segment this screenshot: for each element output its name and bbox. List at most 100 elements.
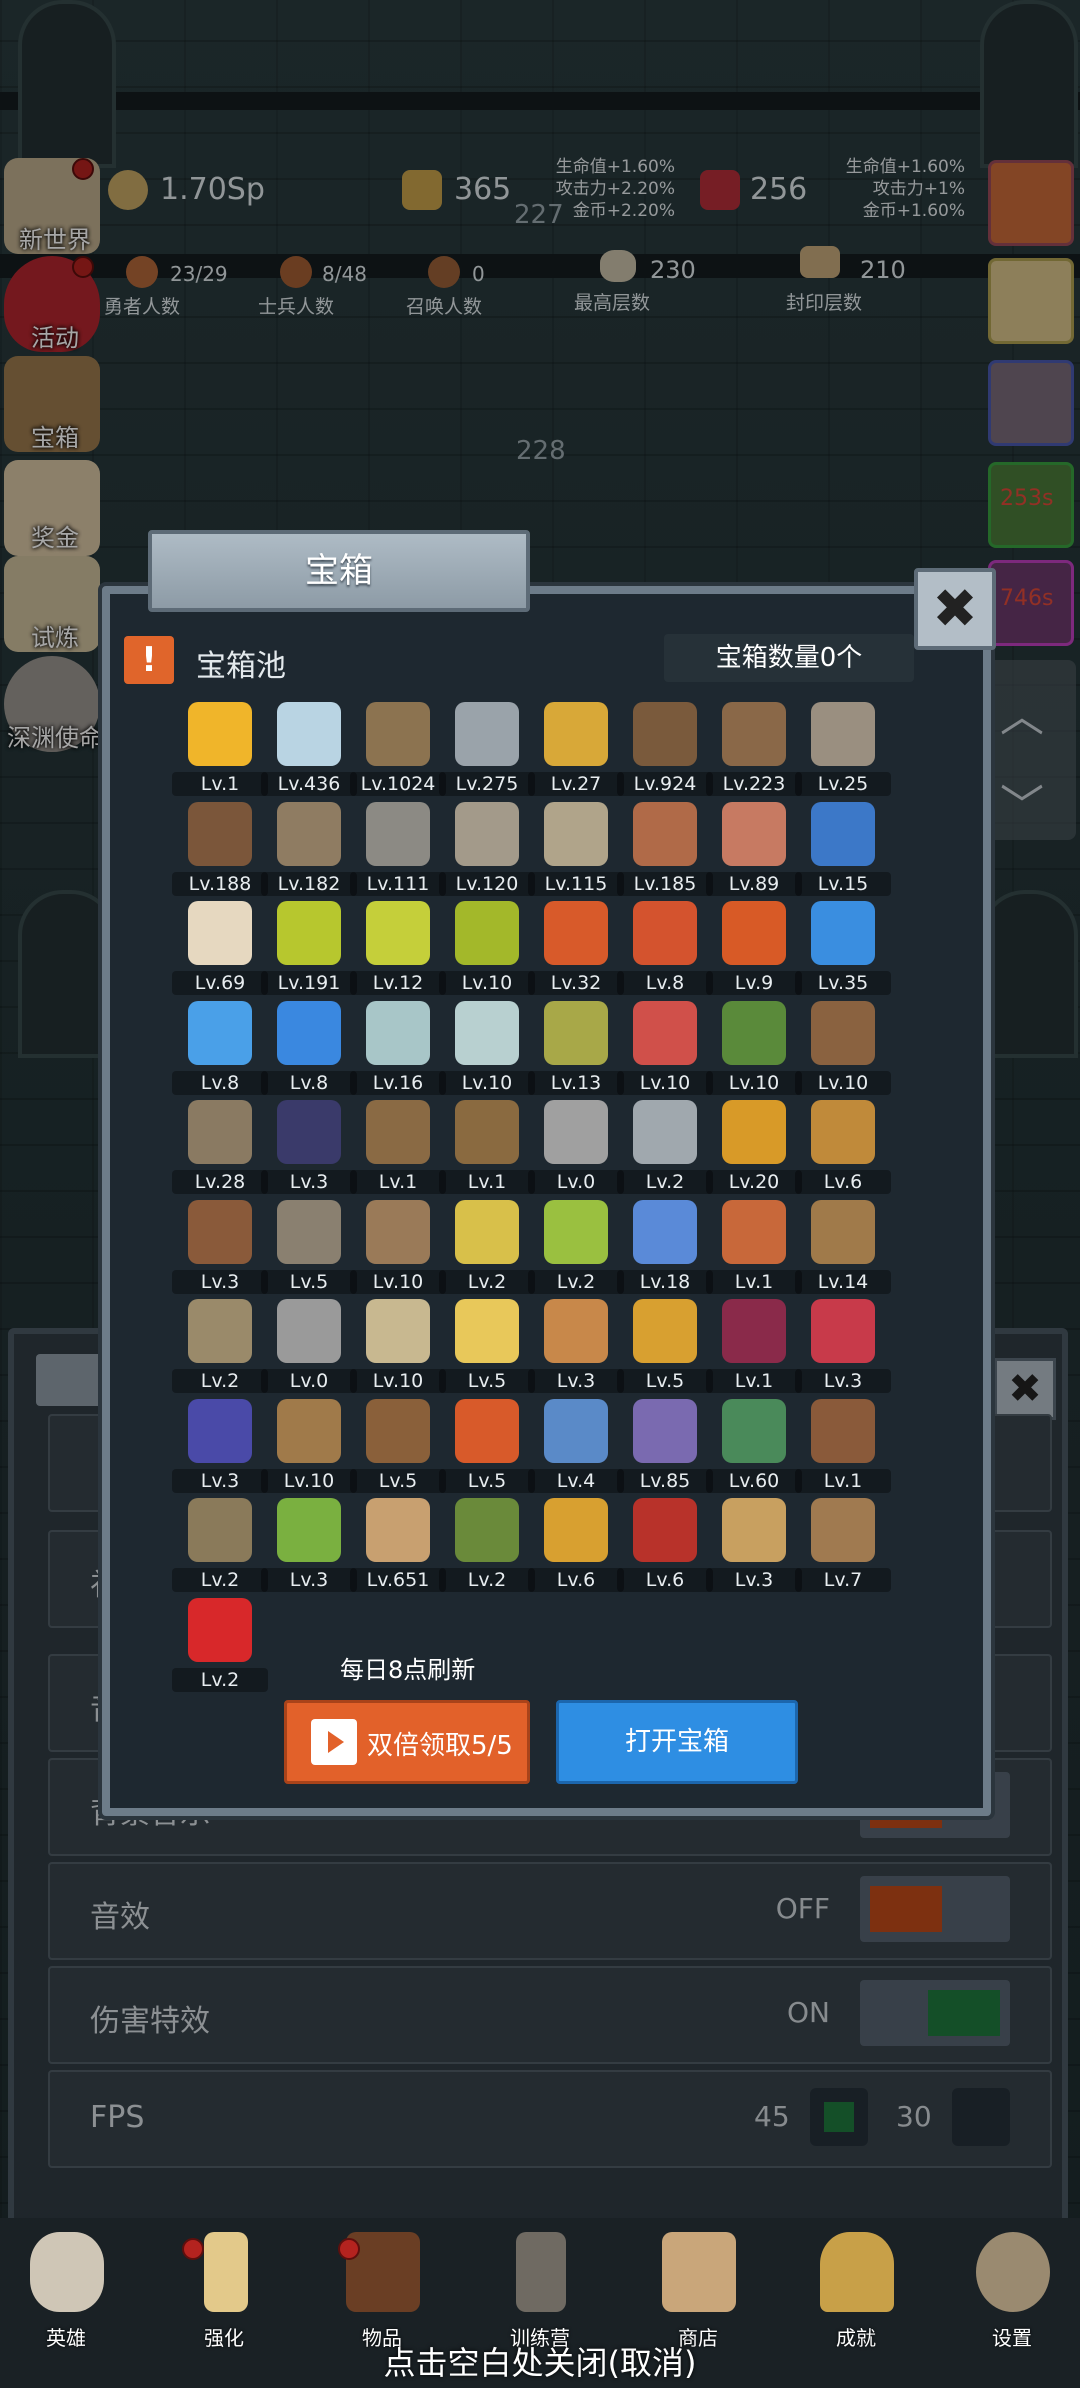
item-slot[interactable]: Lv.6 — [528, 1496, 624, 1592]
item-slot[interactable]: Lv.185 — [617, 800, 713, 896]
item-slot[interactable]: Lv.1 — [706, 1198, 802, 1294]
dialog-title: 宝箱 — [148, 530, 530, 612]
item-slot[interactable]: Lv.0 — [528, 1098, 624, 1194]
item-slot[interactable]: Lv.8 — [172, 999, 268, 1095]
close-hint[interactable]: 点击空白处关闭(取消) — [0, 2338, 1080, 2384]
item-slot[interactable]: Lv.8 — [617, 899, 713, 995]
item-slot[interactable]: Lv.651 — [350, 1496, 446, 1592]
item-slot[interactable]: Lv.3 — [172, 1397, 268, 1493]
item-slot[interactable]: Lv.18 — [617, 1198, 713, 1294]
item-slot[interactable]: Lv.89 — [706, 800, 802, 896]
item-level: Lv.69 — [172, 971, 268, 995]
item-slot[interactable]: Lv.10 — [350, 1198, 446, 1294]
item-slot[interactable]: Lv.436 — [261, 700, 357, 796]
item-slot[interactable]: Lv.1 — [706, 1297, 802, 1393]
item-slot[interactable]: Lv.10 — [617, 999, 713, 1095]
item-slot[interactable]: Lv.6 — [795, 1098, 891, 1194]
item-slot[interactable]: Lv.5 — [617, 1297, 713, 1393]
item-slot[interactable]: Lv.1 — [439, 1098, 535, 1194]
close-icon[interactable]: ✖ — [914, 568, 996, 650]
item-level: Lv.6 — [795, 1170, 891, 1194]
item-slot[interactable]: Lv.10 — [261, 1397, 357, 1493]
item-slot[interactable]: Lv.191 — [261, 899, 357, 995]
item-slot[interactable]: Lv.8 — [261, 999, 357, 1095]
item-slot[interactable]: Lv.2 — [617, 1098, 713, 1194]
nav-settings[interactable]: 设置 — [962, 2232, 1062, 2350]
item-slot[interactable]: Lv.5 — [261, 1198, 357, 1294]
item-slot[interactable]: Lv.10 — [795, 999, 891, 1095]
item-slot[interactable]: Lv.69 — [172, 899, 268, 995]
item-slot[interactable]: Lv.2 — [172, 1297, 268, 1393]
item-slot[interactable]: Lv.27 — [528, 700, 624, 796]
item-slot[interactable]: Lv.5 — [439, 1297, 535, 1393]
item-slot[interactable]: Lv.924 — [617, 700, 713, 796]
item-slot[interactable]: Lv.9 — [706, 899, 802, 995]
item-slot[interactable]: Lv.10 — [706, 999, 802, 1095]
item-slot[interactable]: Lv.10 — [350, 1297, 446, 1393]
item-slot[interactable]: Lv.25 — [795, 700, 891, 796]
item-icon — [277, 801, 341, 866]
item-level: Lv.2 — [172, 1369, 268, 1393]
item-slot[interactable]: Lv.16 — [350, 999, 446, 1095]
item-icon — [544, 1100, 608, 1164]
item-slot[interactable]: Lv.4 — [528, 1397, 624, 1493]
nav-achievement[interactable]: 成就 — [806, 2232, 906, 2350]
item-slot[interactable]: Lv.3 — [261, 1098, 357, 1194]
item-slot[interactable]: Lv.223 — [706, 700, 802, 796]
item-slot[interactable]: Lv.13 — [528, 999, 624, 1095]
item-slot[interactable]: Lv.2 — [439, 1496, 535, 1592]
item-slot[interactable]: Lv.6 — [617, 1496, 713, 1592]
nav-shop[interactable]: 商店 — [648, 2232, 748, 2350]
item-slot[interactable]: Lv.2 — [439, 1198, 535, 1294]
item-slot[interactable]: Lv.32 — [528, 899, 624, 995]
nav-hero[interactable]: 英雄 — [16, 2232, 116, 2350]
item-slot[interactable]: Lv.3 — [172, 1198, 268, 1294]
item-icon — [277, 1100, 341, 1164]
item-slot[interactable]: Lv.188 — [172, 800, 268, 896]
item-slot[interactable]: Lv.28 — [172, 1098, 268, 1194]
item-slot[interactable]: Lv.20 — [706, 1098, 802, 1194]
item-slot[interactable]: Lv.12 — [350, 899, 446, 995]
item-slot[interactable]: Lv.0 — [261, 1297, 357, 1393]
nav-training[interactable]: 训练营 — [490, 2232, 590, 2350]
item-level: Lv.35 — [795, 971, 891, 995]
item-slot[interactable]: Lv.3 — [528, 1297, 624, 1393]
item-slot[interactable]: Lv.2 — [172, 1496, 268, 1592]
item-level: Lv.27 — [528, 772, 624, 796]
item-slot[interactable]: Lv.85 — [617, 1397, 713, 1493]
item-slot[interactable]: Lv.3 — [795, 1297, 891, 1393]
item-slot[interactable]: Lv.5 — [439, 1397, 535, 1493]
item-slot[interactable]: Lv.111 — [350, 800, 446, 896]
item-slot[interactable]: Lv.35 — [795, 899, 891, 995]
item-slot[interactable]: Lv.15 — [795, 800, 891, 896]
item-slot[interactable]: Lv.115 — [528, 800, 624, 896]
item-slot[interactable]: Lv.3 — [261, 1496, 357, 1592]
item-slot[interactable]: Lv.10 — [439, 899, 535, 995]
item-slot[interactable]: Lv.5 — [350, 1397, 446, 1493]
nav-items[interactable]: 物品 — [332, 2232, 432, 2350]
open-chest-button[interactable]: 打开宝箱 — [556, 1700, 798, 1784]
item-icon — [544, 702, 608, 766]
item-slot[interactable]: Lv.60 — [706, 1397, 802, 1493]
item-slot[interactable]: Lv.10 — [439, 999, 535, 1095]
item-slot[interactable]: Lv.1 — [172, 700, 268, 796]
item-slot[interactable]: Lv.14 — [795, 1198, 891, 1294]
double-claim-button[interactable]: 双倍领取5/5 — [284, 1700, 530, 1784]
item-slot[interactable]: Lv.2 — [172, 1596, 268, 1692]
item-level: Lv.120 — [439, 871, 535, 896]
item-slot[interactable]: Lv.182 — [261, 800, 357, 896]
item-icon — [811, 1100, 875, 1164]
item-icon — [188, 1398, 252, 1463]
item-icon — [811, 1498, 875, 1562]
nav-upgrade[interactable]: 强化 — [174, 2232, 274, 2350]
item-icon — [544, 1498, 608, 1562]
item-slot[interactable]: Lv.1 — [350, 1098, 446, 1194]
item-slot[interactable]: Lv.275 — [439, 700, 535, 796]
item-slot[interactable]: Lv.3 — [706, 1496, 802, 1592]
item-slot[interactable]: Lv.2 — [528, 1198, 624, 1294]
item-slot[interactable]: Lv.120 — [439, 800, 535, 896]
item-slot[interactable]: Lv.1024 — [350, 700, 446, 796]
item-level: Lv.10 — [439, 971, 535, 995]
item-slot[interactable]: Lv.1 — [795, 1397, 891, 1493]
item-slot[interactable]: Lv.7 — [795, 1496, 891, 1592]
